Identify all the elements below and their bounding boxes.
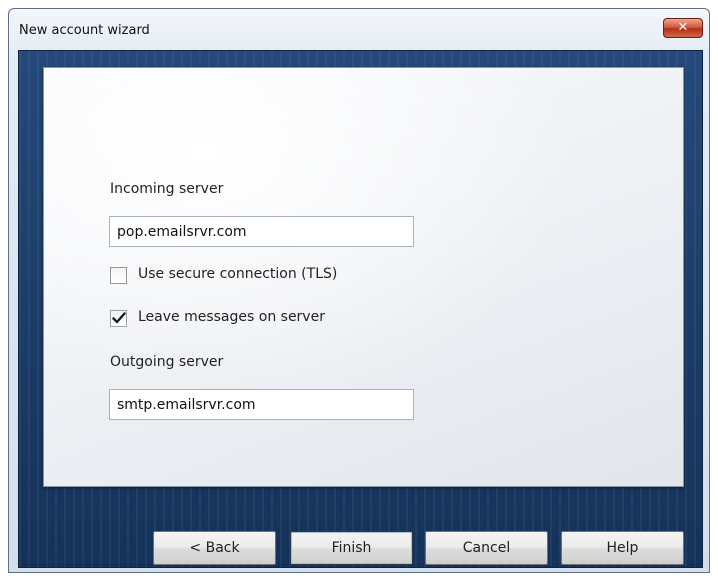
wizard-window: New account wizard ✕ Incoming server Use… (8, 8, 710, 573)
incoming-server-input[interactable] (109, 216, 414, 247)
outgoing-server-input[interactable] (109, 389, 414, 420)
close-button[interactable]: ✕ (663, 18, 703, 38)
finish-button[interactable]: Finish (290, 531, 413, 565)
outgoing-server-label: Outgoing server (110, 354, 224, 370)
close-icon: ✕ (677, 20, 689, 35)
leave-messages-label[interactable]: Leave messages on server (138, 309, 325, 325)
back-button[interactable]: < Back (153, 531, 276, 565)
help-button[interactable]: Help (561, 531, 684, 565)
cancel-button[interactable]: Cancel (425, 531, 548, 565)
checkmark-icon (112, 312, 126, 324)
wizard-client-area: Incoming server Use secure connection (T… (18, 50, 703, 568)
tls-checkbox-label[interactable]: Use secure connection (TLS) (138, 266, 337, 282)
tls-checkbox[interactable] (110, 267, 127, 284)
incoming-server-label: Incoming server (110, 181, 224, 197)
title-bar[interactable]: New account wizard ✕ (9, 9, 709, 49)
settings-panel: Incoming server Use secure connection (T… (43, 67, 684, 487)
window-title: New account wizard (19, 23, 150, 38)
leave-messages-checkbox[interactable] (110, 310, 127, 327)
